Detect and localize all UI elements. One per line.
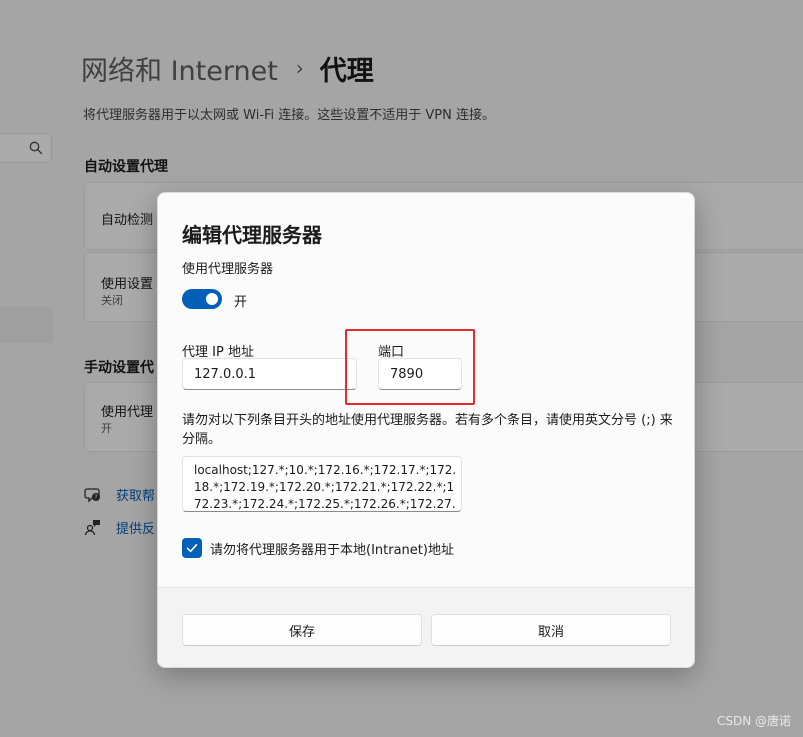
cancel-button[interactable]: 取消	[431, 614, 671, 646]
use-proxy-label: 使用代理服务器	[182, 262, 274, 277]
use-proxy-toggle[interactable]	[182, 289, 222, 309]
edit-proxy-dialog: 编辑代理服务器 使用代理服务器 开 代理 IP 地址 端口 请勿对以下列条目开头…	[157, 192, 695, 668]
toggle-state-label: 开	[234, 295, 248, 310]
dialog-footer: 保存 取消	[158, 587, 694, 667]
proxy-ip-input[interactable]	[182, 358, 357, 390]
watermark-text: CSDN @唐诺	[716, 714, 791, 728]
exceptions-input[interactable]: localhost;127.*;10.*;172.16.*;172.17.*;1…	[182, 456, 462, 512]
toggle-knob	[206, 293, 218, 305]
local-bypass-label: 请勿将代理服务器用于本地(Intranet)地址	[210, 543, 454, 558]
checkmark-icon	[186, 544, 198, 553]
port-input[interactable]	[378, 358, 462, 390]
local-bypass-checkbox[interactable]	[182, 538, 202, 558]
exceptions-note: 请勿对以下列条目开头的地址使用代理服务器。若有多个条目，请使用英文分号 (;) …	[182, 413, 673, 447]
dialog-title: 编辑代理服务器	[182, 223, 322, 247]
save-button[interactable]: 保存	[182, 614, 422, 646]
